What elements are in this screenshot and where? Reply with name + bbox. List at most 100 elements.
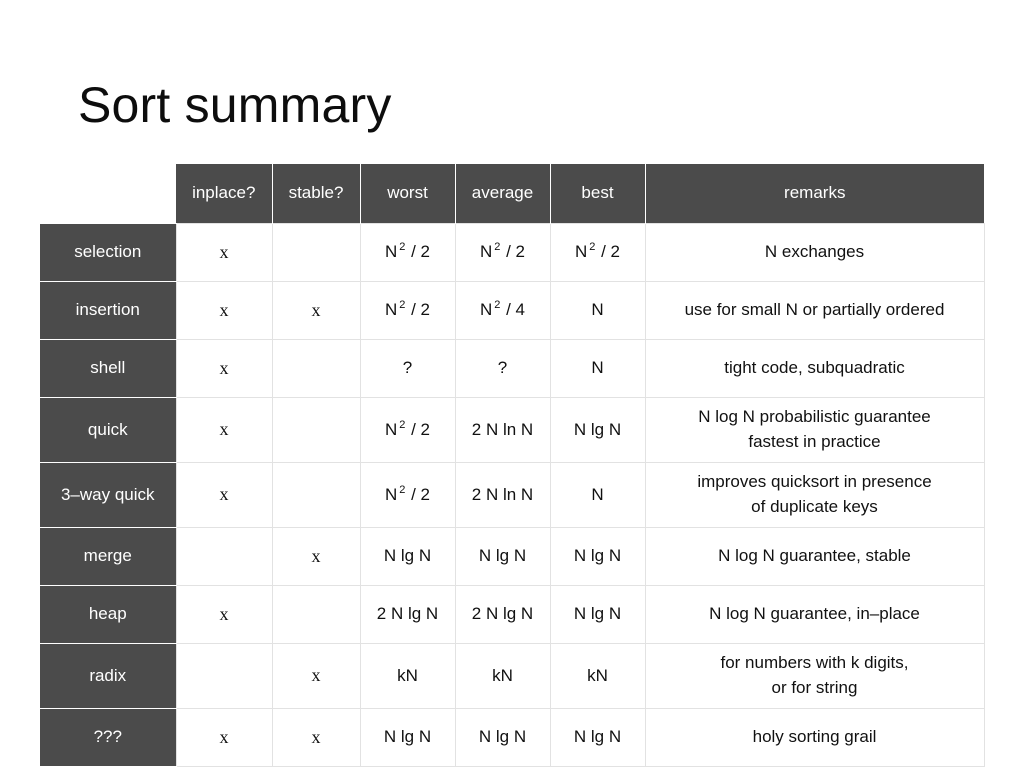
cell-inplace: x: [175, 222, 273, 282]
slide-canvas: Sort summary inplace? stable? worst average…: [0, 0, 1024, 768]
cell-value: kN: [492, 665, 513, 685]
cell-worst: N2 / 2: [359, 396, 456, 463]
remark-line: of duplicate keys: [751, 496, 878, 516]
cell-value: N2 / 2: [384, 299, 431, 319]
cell-value: 2 N ln N: [471, 419, 534, 439]
cell-worst: N lg N: [359, 526, 456, 586]
cell-value: kN: [397, 665, 418, 685]
cell-best: N: [549, 461, 646, 528]
remark-line: N exchanges: [764, 241, 865, 261]
row-header-4: quick: [40, 396, 176, 463]
cell-average: N2 / 2: [454, 222, 551, 282]
cell-value: N: [591, 300, 604, 319]
cell-remarks: N log N guarantee, in–place: [644, 584, 985, 644]
cell-worst: N lg N: [359, 707, 456, 767]
cell-stable: [271, 396, 361, 463]
table-row: ??? x x N lg NN lg NN lg Nholy sorting grai…: [40, 707, 985, 767]
column-header-stable: stable?: [271, 164, 361, 223]
cell-inplace: [175, 642, 273, 709]
table-row: merge x N lg N N lg N N lg N N log N guarante…: [40, 526, 985, 586]
table-row: 3–way quick x N 2 / 2 2 N ln N Nimproves quic…: [40, 461, 985, 528]
cell-worst: ?: [359, 338, 456, 398]
cell-inplace: x: [175, 280, 273, 340]
cell-value: ?: [402, 358, 413, 377]
remark-line: tight code, subquadratic: [724, 357, 905, 377]
exponent: 2: [494, 299, 501, 312]
cell-stable: x: [271, 642, 361, 709]
exponent: 2: [399, 483, 406, 496]
cell-value: N lg N: [573, 604, 622, 623]
cell-value: N2 / 2: [384, 241, 431, 261]
cell-value: kN: [587, 665, 608, 685]
exponent: 2: [589, 241, 596, 254]
cell-average: kN: [454, 642, 551, 709]
exponent: 2: [399, 418, 406, 431]
row-header-8: radix: [40, 642, 176, 709]
table-header-row: inplace? stable? worst average best remarks: [40, 164, 984, 223]
remark-line: improves quicksort in presence: [697, 471, 932, 491]
cell-stable: [271, 461, 361, 528]
remark-line: use for small N or partially ordered: [684, 299, 945, 319]
cell-average: 2 N ln N: [454, 396, 551, 463]
cell-value: 2 N lg N: [471, 604, 534, 623]
cell-remarks: N log N guarantee, stable: [644, 526, 985, 586]
cell-worst: kN: [359, 642, 456, 709]
cell-remarks: improves quicksort in presence of duplica…: [644, 461, 985, 528]
cell-value: N: [591, 358, 604, 377]
cell-average: 2 N lg N: [454, 584, 551, 644]
cell-best: N2 / 2: [549, 222, 646, 282]
column-header-inplace: inplace?: [176, 164, 273, 223]
row-header-6: merge: [40, 526, 176, 586]
table-body: selection x N 2 / 2N2 / 2N2 / 2N exchanges i…: [40, 222, 985, 767]
cell-best: N lg N: [549, 707, 646, 767]
cell-inplace: x: [175, 707, 273, 767]
table-row: selection x N 2 / 2 N2 / 2 N2 / 2 N exchanges: [40, 222, 985, 282]
cell-inplace: x: [175, 584, 273, 644]
cell-inplace: x: [175, 338, 273, 398]
cell-worst: 2 N lg N: [359, 584, 456, 644]
cell-worst: N2 / 2: [359, 222, 456, 282]
cell-value: N lg N: [573, 419, 622, 439]
cell-value: N2 / 2: [574, 241, 621, 261]
cell-stable: x: [271, 280, 361, 340]
cell-value: N2 / 2: [479, 241, 526, 261]
remark-line: or for string: [771, 677, 858, 697]
row-header-2: insertion: [40, 280, 176, 340]
cell-remarks: N exchanges: [644, 222, 985, 282]
cell-value: N lg N: [478, 546, 527, 565]
row-header-9: ???: [40, 707, 176, 767]
cell-best: kN: [549, 642, 646, 709]
cell-average: N lg N: [454, 526, 551, 586]
cell-value: N lg N: [478, 727, 527, 746]
cell-worst: N2 / 2: [359, 280, 456, 340]
remark-line: holy sorting grail: [752, 726, 877, 746]
column-header-remarks: remarks: [644, 164, 984, 223]
cell-value: N lg N: [573, 727, 622, 746]
cell-best: N: [549, 338, 646, 398]
cell-average: 2 N ln N: [454, 461, 551, 528]
exponent: 2: [494, 241, 501, 254]
cell-value: N2 / 4: [479, 299, 526, 319]
cell-value: 2 N lg N: [376, 604, 439, 623]
cell-remarks: use for small N or partially ordered: [644, 280, 985, 340]
cell-remarks: for numbers with k digits, or for string: [644, 642, 985, 709]
cell-inplace: [175, 526, 273, 586]
cell-best: N lg N: [549, 396, 646, 463]
cell-value: N lg N: [383, 727, 432, 746]
cell-stable: x: [271, 526, 361, 586]
remark-line: fastest in practice: [748, 431, 881, 451]
page-title: Sort summary: [78, 77, 392, 133]
column-header-average: average: [454, 164, 551, 223]
remark-line: for numbers with k digits,: [720, 652, 909, 672]
remark-line: N log N guarantee, in–place: [709, 603, 920, 623]
row-header-5: 3–way quick: [40, 461, 176, 528]
cell-stable: [271, 584, 361, 644]
cell-value: N lg N: [383, 546, 432, 565]
table-corner-cell: [40, 164, 176, 223]
sort-summary-table: inplace? stable? worst average best remarks s…: [40, 164, 985, 767]
table-row: insertion x x N 2 / 2N2 / 4 Nuse for small N …: [40, 280, 985, 340]
cell-best: N lg N: [549, 584, 646, 644]
row-header-1: selection: [40, 222, 176, 282]
cell-stable: [271, 222, 361, 282]
cell-average: ?: [454, 338, 551, 398]
